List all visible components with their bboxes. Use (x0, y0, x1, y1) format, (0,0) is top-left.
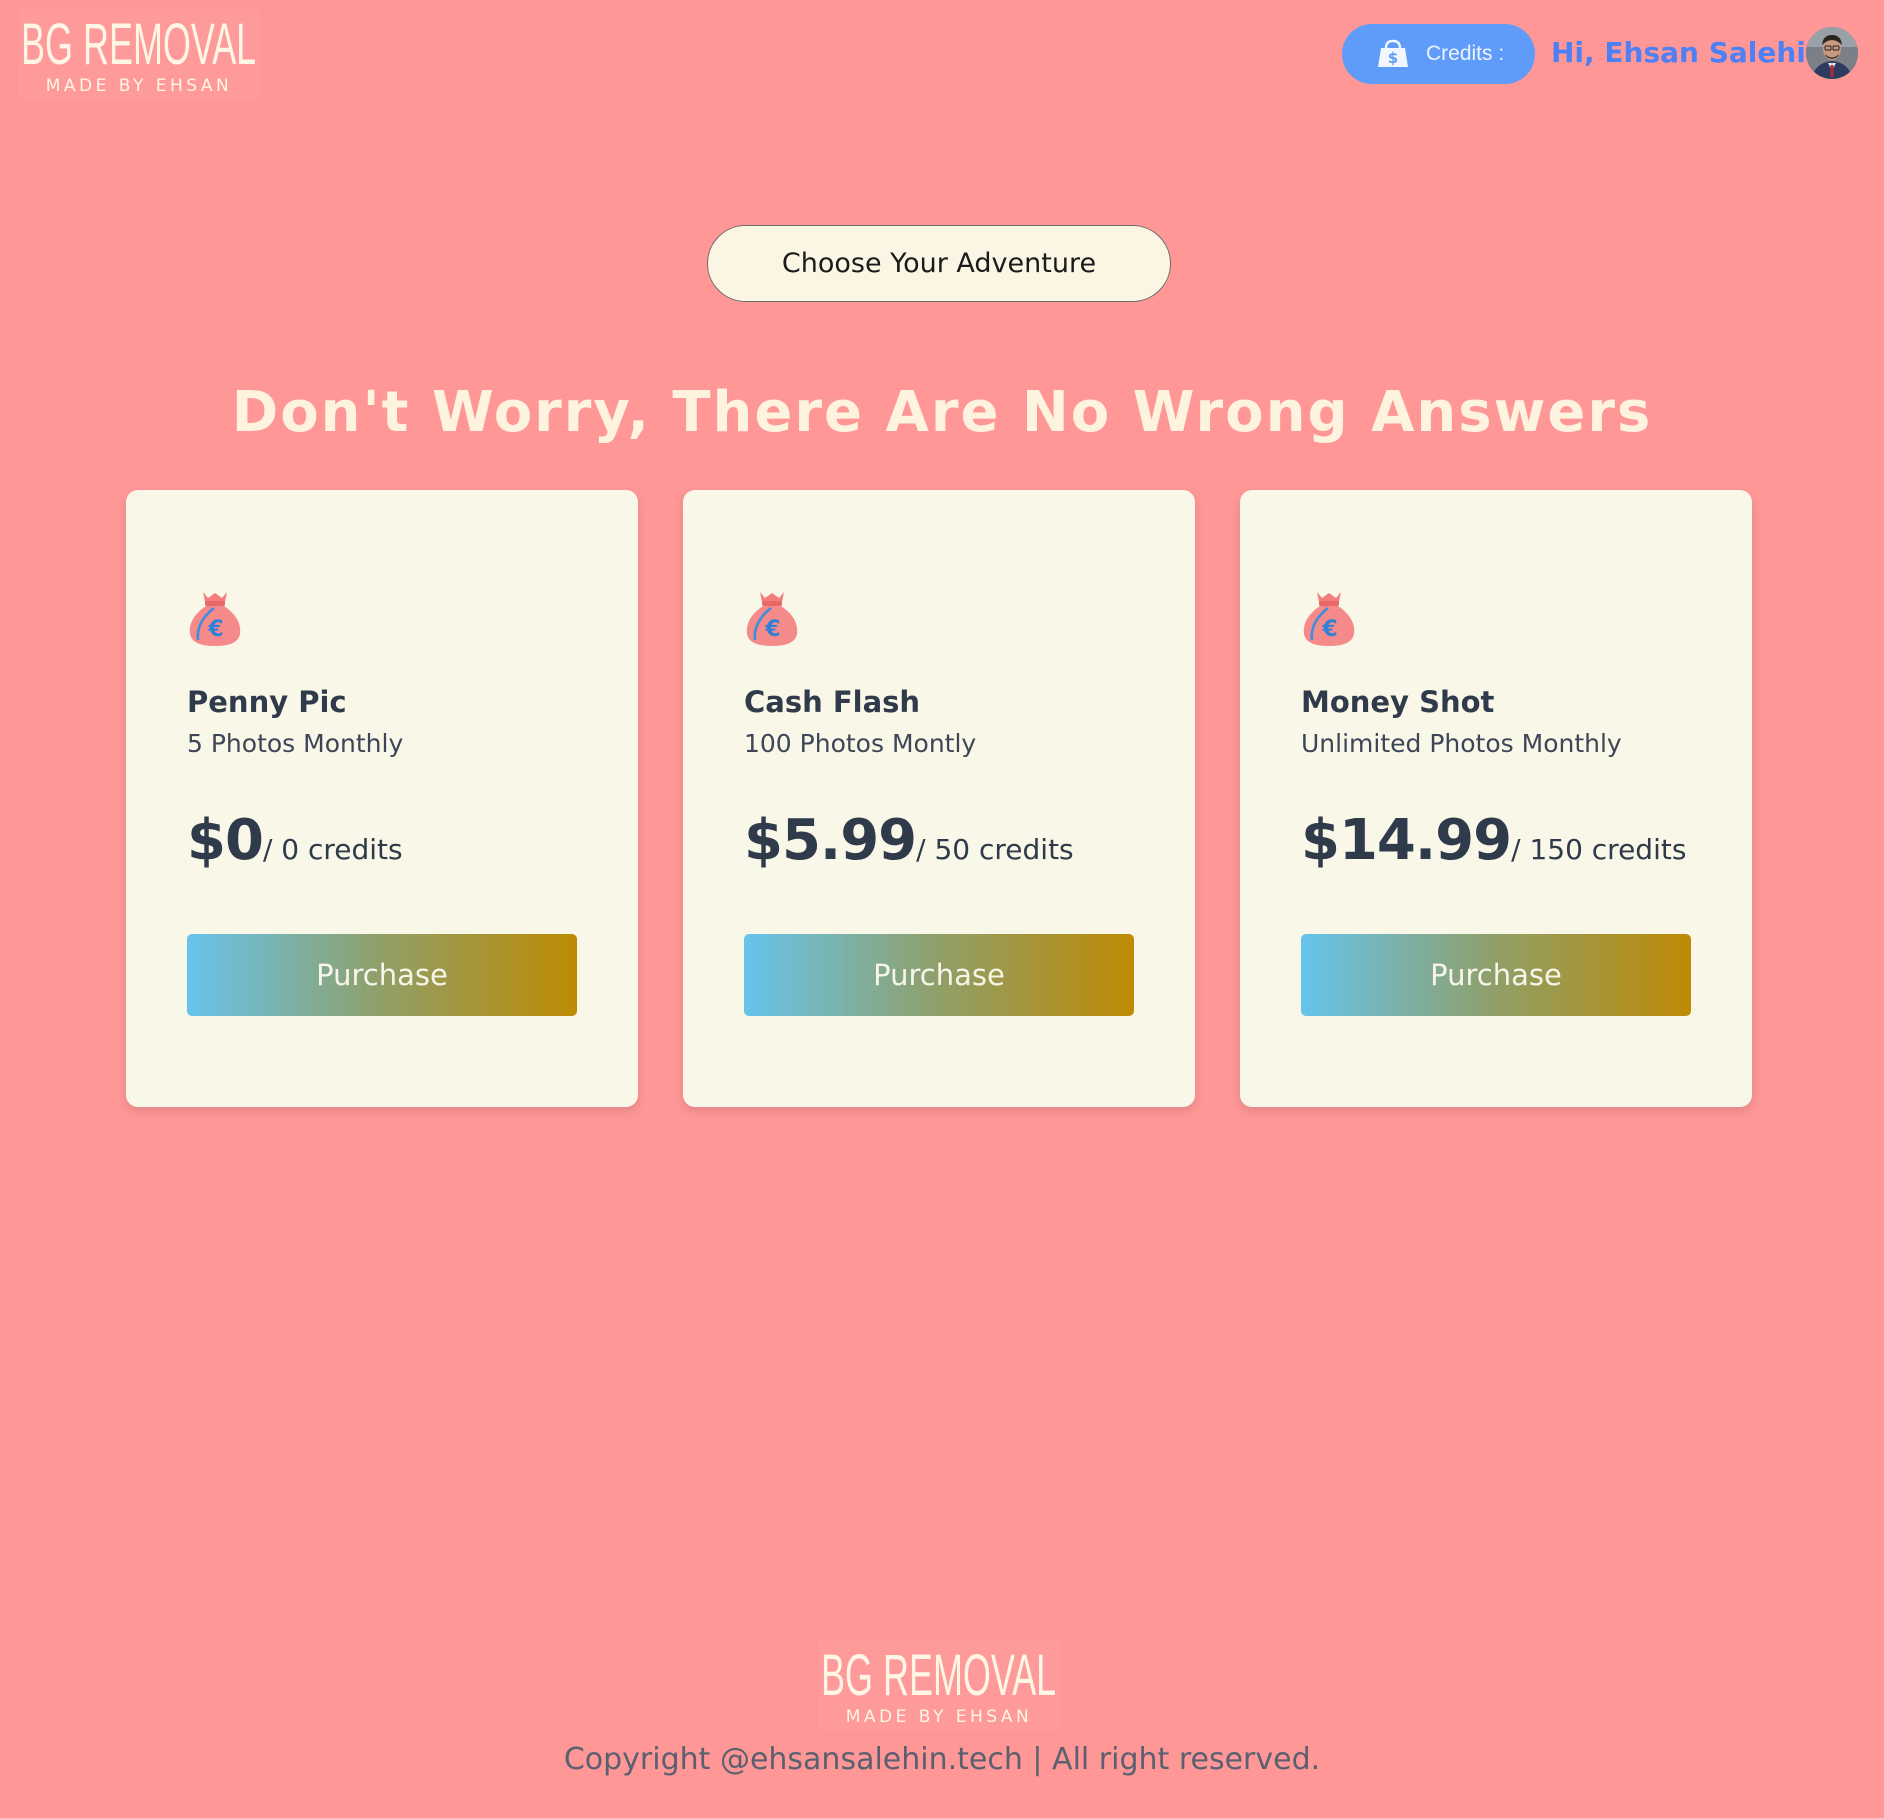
svg-text:€: € (207, 617, 223, 642)
avatar-image (1806, 27, 1858, 79)
plan-price: $5.99 (744, 808, 917, 873)
plan-name: Penny Pic (187, 685, 347, 719)
logo-subtitle: MADE BY EHSAN (45, 76, 233, 96)
logo-subtitle: MADE BY EHSAN (845, 1707, 1033, 1727)
footer-logo[interactable]: BG REMOVAL MADE BY EHSAN (820, 1641, 1058, 1729)
logo-title: BG REMOVAL (21, 12, 257, 77)
plan-pricing: $5.99 / 50 credits (744, 808, 1074, 873)
plan-name: Money Shot (1301, 685, 1495, 719)
shopping-bag-dollar-icon: $ (1378, 39, 1408, 67)
plan-card-money-shot: € Money Shot Unlimited Photos Monthly $1… (1240, 490, 1752, 1107)
plan-pricing: $14.99 / 150 credits (1301, 808, 1686, 873)
plan-credits: / 50 credits (916, 833, 1074, 866)
money-bag-euro-icon: € (189, 592, 241, 646)
money-bag-euro-icon: € (1303, 592, 1355, 646)
purchase-button-cash-flash[interactable]: Purchase (744, 934, 1134, 1016)
svg-text:€: € (764, 617, 780, 642)
plan-card-penny-pic: € Penny Pic 5 Photos Monthly $0 / 0 cred… (126, 490, 638, 1107)
plan-description: Unlimited Photos Monthly (1301, 729, 1622, 758)
plan-credits: / 150 credits (1511, 833, 1687, 866)
user-greeting: Hi, Ehsan Salehin (1551, 36, 1826, 69)
svg-text:$: $ (1388, 49, 1398, 67)
plan-description: 100 Photos Montly (744, 729, 977, 758)
plan-name: Cash Flash (744, 685, 921, 719)
plan-card-cash-flash: € Cash Flash 100 Photos Montly $5.99 / 5… (683, 490, 1195, 1107)
page-headline: Don't Worry, There Are No Wrong Answers (231, 380, 1653, 445)
purchase-button-penny-pic[interactable]: Purchase (187, 934, 577, 1016)
plan-pricing: $0 / 0 credits (187, 808, 403, 873)
plan-price: $0 (187, 808, 264, 873)
plan-credits: / 0 credits (262, 833, 403, 866)
credits-label: Credits : (1426, 42, 1505, 65)
plan-price: $14.99 (1301, 808, 1512, 873)
copyright-text: Copyright @ehsansalehin.tech | All right… (563, 1742, 1321, 1777)
credits-button[interactable]: $ Credits : (1342, 24, 1535, 84)
money-bag-euro-icon: € (746, 592, 798, 646)
logo-title: BG REMOVAL (821, 1643, 1057, 1708)
svg-text:€: € (1321, 617, 1337, 642)
choose-adventure-badge: Choose Your Adventure (707, 225, 1171, 302)
user-avatar[interactable] (1806, 27, 1858, 79)
plan-description: 5 Photos Monthly (187, 729, 404, 758)
purchase-button-money-shot[interactable]: Purchase (1301, 934, 1691, 1016)
header-logo[interactable]: BG REMOVAL MADE BY EHSAN (20, 10, 258, 98)
